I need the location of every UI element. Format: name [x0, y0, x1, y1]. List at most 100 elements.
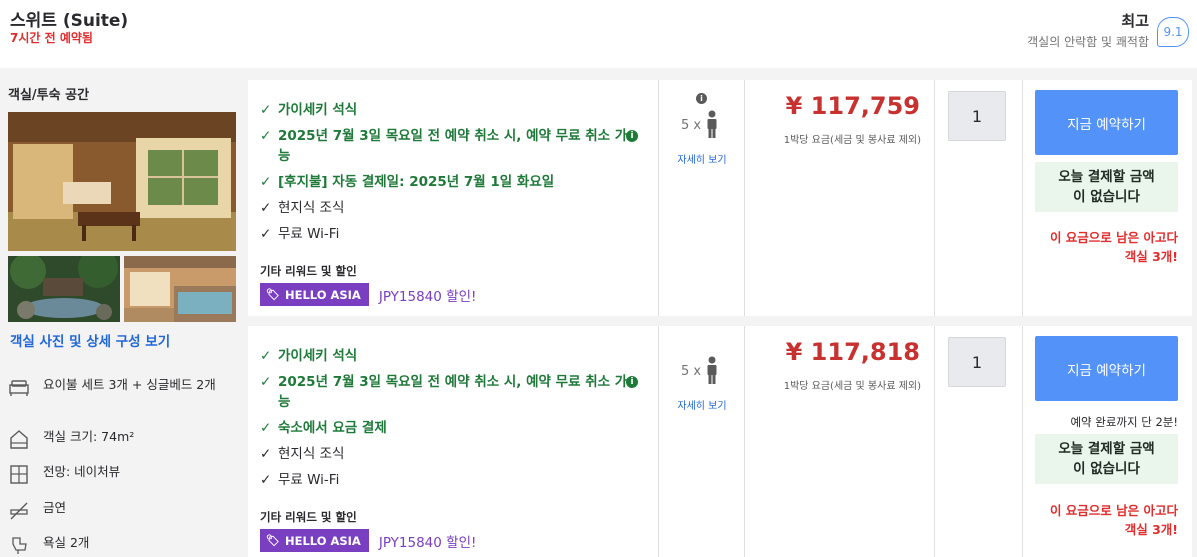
benefit-item: ✓ 무료 Wi-Fi — [260, 224, 655, 244]
price-note: 1박당 요금(세금 및 봉사료 제외) — [783, 381, 921, 392]
check-icon: ✓ — [260, 128, 272, 144]
check-icon: ✓ — [260, 472, 272, 488]
promo-badge[interactable]: 🏷 HELLO ASIA — [260, 283, 369, 306]
price-column: ¥ 117,818 1박당 요금(세금 및 봉사료 제외) — [745, 326, 935, 557]
check-icon: ✓ — [260, 200, 272, 216]
room-photo-bath[interactable] — [124, 256, 236, 322]
benefit-item: ✓ [후지불] 자동 결제일: 2025년 7월 1일 화요일 — [260, 172, 655, 192]
tag-icon: 🏷 — [266, 288, 280, 301]
check-icon: ✓ — [260, 226, 272, 242]
room-info-panel: 객실/투숙 공간 객실 사진 및 상세 구성 보기 요이불 세트 3개 + 싱글… — [0, 68, 246, 557]
benefit-item: ✓ 가이세키 석식 — [260, 346, 655, 366]
check-icon: ✓ — [260, 446, 272, 462]
benefit-text: [후지불] 자동 결제일: 2025년 7월 1일 화요일 — [278, 174, 555, 190]
benefit-item: ✓ 현지식 조식 — [260, 198, 655, 218]
promo-discount: JPY15840 할인! — [378, 288, 477, 305]
room-photo-garden[interactable] — [8, 256, 120, 322]
occupancy-column: i 5 x 자세히 보기 — [659, 80, 745, 316]
person-icon — [707, 110, 717, 138]
benefit-item: ✓ 2025년 7월 3일 목요일 전 예약 취소 시, 예약 무료 취소 가능… — [260, 372, 655, 412]
benefit-text: 가이세키 석식 — [278, 348, 358, 364]
quantity-column: 1 — [935, 326, 1023, 557]
room-content: 객실/투숙 공간 객실 사진 및 상세 구성 보기 요이불 세트 3개 + 싱글… — [0, 68, 1197, 557]
info-icon[interactable]: i — [626, 376, 638, 388]
benefit-item: ✓ 2025년 7월 3일 목요일 전 예약 취소 시, 예약 무료 취소 가능… — [260, 126, 655, 166]
rooms-left-notice: 이 요금으로 남은 아고다 객실 3개! — [1049, 230, 1178, 264]
benefits-column: ✓ 가이세키 석식 ✓ 2025년 7월 3일 목요일 전 예약 취소 시, 예… — [248, 80, 659, 316]
room-quantity-select[interactable]: 1 — [948, 337, 1006, 387]
booked-ago-badge: 7시간 전 예약됨 — [10, 31, 93, 45]
price-note: 1박당 요금(세금 및 봉사료 제외) — [783, 135, 921, 146]
amenity-bathroom: 욕실 2개 — [8, 534, 223, 556]
benefit-text: 2025년 7월 3일 목요일 전 예약 취소 시, 예약 무료 취소 가능 — [278, 374, 628, 410]
benefit-item: ✓ 가이세키 석식 — [260, 100, 655, 120]
amenity-text: 요이불 세트 3개 + 싱글베드 2개 — [43, 377, 216, 392]
benefit-text: 무료 Wi-Fi — [278, 472, 340, 488]
benefit-text: 2025년 7월 3일 목요일 전 예약 취소 시, 예약 무료 취소 가능 — [278, 128, 628, 164]
benefit-text: 현지식 조식 — [278, 200, 345, 216]
check-icon: ✓ — [260, 420, 272, 436]
book-now-button[interactable]: 지금 예약하기 — [1035, 336, 1178, 401]
benefit-text: 무료 Wi-Fi — [278, 226, 340, 242]
room-space-title: 객실/투숙 공간 — [8, 88, 90, 103]
rating-subtitle: 객실의 안락함 및 쾌적함 — [1027, 35, 1149, 49]
amenity-text: 욕실 2개 — [43, 535, 90, 550]
person-icon — [707, 356, 717, 384]
room-quantity-select[interactable]: 1 — [948, 91, 1006, 141]
pay-nothing-today: 오늘 결제할 금액 이 없습니다 — [1035, 434, 1178, 484]
bathtub-icon — [12, 537, 27, 554]
rating-word: 최고 — [1121, 12, 1149, 30]
window-view-icon — [10, 465, 28, 484]
occupancy-count: 5 x — [681, 364, 702, 379]
promo-code: HELLO ASIA — [284, 287, 361, 302]
bed-icon — [9, 380, 29, 396]
promo-badge[interactable]: 🏷 HELLO ASIA — [260, 529, 369, 552]
price-column: ¥ 117,759 1박당 요금(세금 및 봉사료 제외) — [745, 80, 935, 316]
benefits-column: ✓ 가이세키 석식 ✓ 2025년 7월 3일 목요일 전 예약 취소 시, 예… — [248, 326, 659, 557]
room-header: 스위트 (Suite) 7시간 전 예약됨 최고 객실의 안락함 및 쾌적함 9… — [0, 0, 1197, 68]
amenity-text: 객실 크기: 74m² — [43, 429, 135, 444]
booking-column: 지금 예약하기 오늘 결제할 금액 이 없습니다 이 요금으로 남은 아고다 객… — [1023, 80, 1192, 316]
benefit-text: 현지식 조식 — [278, 446, 345, 462]
rewards-title: 기타 리워드 및 할인 — [260, 510, 357, 524]
occupancy-details-link[interactable]: 자세히 보기 — [659, 151, 745, 166]
rate-row: ✓ 가이세키 석식 ✓ 2025년 7월 3일 목요일 전 예약 취소 시, 예… — [248, 326, 1192, 557]
room-photo-main[interactable] — [8, 112, 236, 251]
benefit-text: 가이세키 석식 — [278, 102, 358, 118]
rewards-title: 기타 리워드 및 할인 — [260, 264, 357, 278]
benefit-item: ✓ 현지식 조식 — [260, 444, 655, 464]
check-icon: ✓ — [260, 102, 272, 118]
rating-score-badge: 9.1 — [1157, 17, 1189, 47]
promo-discount: JPY15840 할인! — [378, 534, 477, 551]
booking-column: 지금 예약하기 예약 완료까지 단 2분! 오늘 결제할 금액 이 없습니다 이… — [1023, 326, 1192, 557]
price: ¥ 117,818 — [785, 338, 920, 366]
check-icon: ✓ — [260, 348, 272, 364]
amenity-view: 전망: 네이처뷰 — [8, 463, 223, 485]
price: ¥ 117,759 — [785, 92, 920, 120]
amenity-text: 전망: 네이처뷰 — [43, 464, 121, 479]
promo: 🏷 HELLO ASIA JPY15840 할인! — [260, 283, 476, 306]
occupancy-column: 5 x 자세히 보기 — [659, 326, 745, 557]
amenity-bedding: 요이불 세트 3개 + 싱글베드 2개 — [8, 376, 223, 398]
room-photos-link[interactable]: 객실 사진 및 상세 구성 보기 — [10, 330, 170, 350]
benefit-item: ✓ 무료 Wi-Fi — [260, 470, 655, 490]
tag-icon: 🏷 — [266, 534, 280, 547]
no-smoking-icon — [10, 502, 28, 520]
benefit-text: 숙소에서 요금 결제 — [278, 420, 387, 436]
quantity-column: 1 — [935, 80, 1023, 316]
room-title: 스위트 (Suite) — [10, 11, 129, 31]
amenity-smoking: 금연 — [8, 499, 223, 521]
book-now-button[interactable]: 지금 예약하기 — [1035, 90, 1178, 155]
benefit-item: ✓ 숙소에서 요금 결제 — [260, 418, 655, 438]
urgency-notice: 예약 완료까지 단 2분! — [1070, 415, 1178, 429]
check-icon: ✓ — [260, 174, 272, 190]
promo-code: HELLO ASIA — [284, 533, 361, 548]
occupancy-details-link[interactable]: 자세히 보기 — [659, 397, 745, 412]
rate-row: ✓ 가이세키 석식 ✓ 2025년 7월 3일 목요일 전 예약 취소 시, 예… — [248, 80, 1192, 316]
room-size-icon — [10, 430, 28, 449]
promo: 🏷 HELLO ASIA JPY15840 할인! — [260, 529, 476, 552]
occupancy-count: 5 x — [681, 118, 702, 133]
info-icon[interactable]: i — [696, 93, 707, 104]
info-icon[interactable]: i — [626, 130, 638, 142]
rooms-left-notice: 이 요금으로 남은 아고다 객실 3개! — [1049, 503, 1178, 537]
